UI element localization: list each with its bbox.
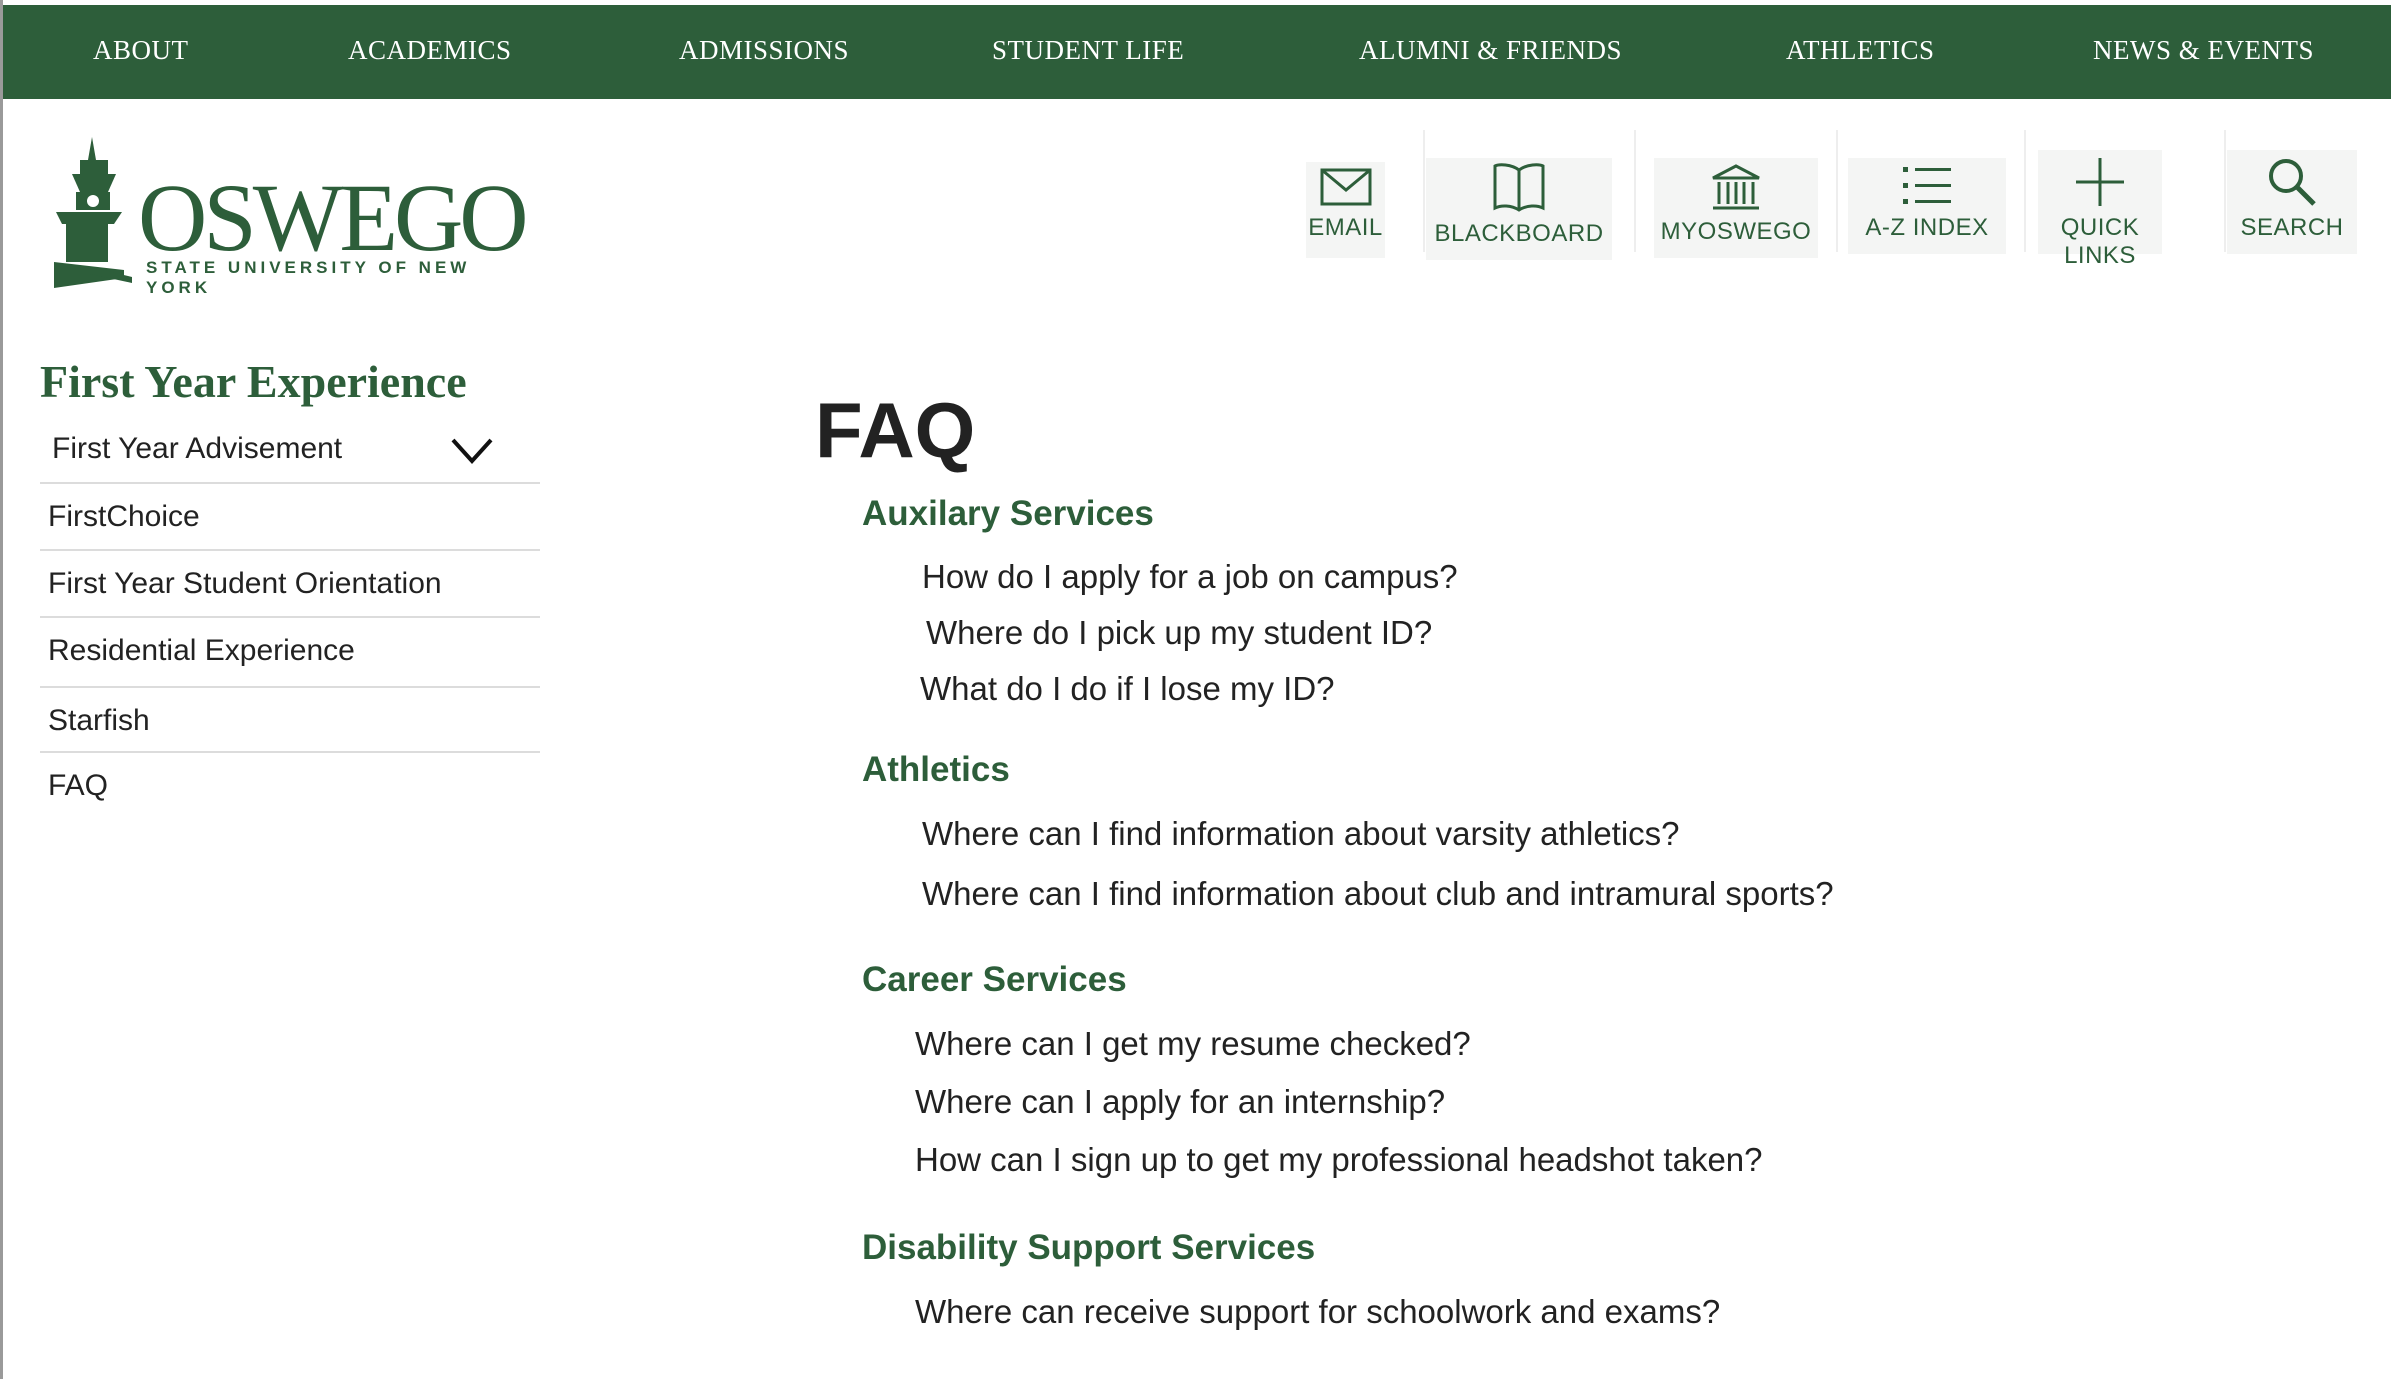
email-link[interactable]: EMAIL (1306, 162, 1385, 258)
envelope-icon (1320, 168, 1371, 206)
sidebar-title: First Year Experience (40, 356, 467, 407)
faq-question[interactable]: Where can I find information about club … (922, 875, 1834, 913)
faq-question[interactable]: What do I do if I lose my ID? (920, 670, 1335, 708)
section-heading-athletics: Athletics (862, 750, 1010, 789)
sidebar-item-residential-experience[interactable]: Residential Experience (40, 618, 540, 688)
sidebar-item-starfish[interactable]: Starfish (40, 688, 540, 753)
sidebar-nav: First Year Advisement FirstChoice First … (40, 414, 540, 818)
top-nav-bar: ABOUT ACADEMICS ADMISSIONS STUDENT LIFE … (3, 5, 2391, 99)
nav-academics[interactable]: ACADEMICS (348, 35, 512, 66)
clocktower-icon (54, 137, 132, 288)
search-icon (2269, 159, 2316, 206)
faq-question[interactable]: Where can receive support for schoolwork… (915, 1293, 1720, 1331)
az-index-label: A-Z INDEX (1865, 214, 1989, 241)
sidebar-item-orientation[interactable]: First Year Student Orientation (40, 551, 540, 618)
sidebar-item-label: FAQ (48, 769, 109, 802)
sidebar-item-label: First Year Advisement (52, 432, 343, 465)
section-heading-auxiliary-services: Auxilary Services (862, 494, 1154, 533)
blackboard-link[interactable]: BLACKBOARD (1426, 158, 1612, 260)
utility-divider (2224, 130, 2226, 252)
quick-links-label: QUICK LINKS (2060, 214, 2140, 269)
faq-question[interactable]: Where can I get my resume checked? (915, 1025, 1471, 1063)
nav-student-life[interactable]: STUDENT LIFE (992, 35, 1184, 66)
list-icon (1903, 167, 1951, 204)
sidebar-item-label: FirstChoice (48, 500, 200, 533)
section-heading-career-services: Career Services (862, 960, 1127, 999)
section-heading-disability-support-services: Disability Support Services (862, 1228, 1316, 1267)
sidebar-item-label: Residential Experience (48, 634, 355, 667)
utility-divider (1836, 130, 1838, 252)
building-icon (1712, 164, 1760, 210)
book-icon (1493, 163, 1545, 212)
myoswego-label: MYOSWEGO (1660, 218, 1812, 245)
search-link[interactable]: SEARCH (2227, 150, 2357, 254)
nav-alumni-friends[interactable]: ALUMNI & FRIENDS (1359, 35, 1622, 66)
faq-question[interactable]: Where can I apply for an internship? (915, 1083, 1445, 1121)
nav-about[interactable]: ABOUT (93, 35, 189, 66)
myoswego-link[interactable]: MYOSWEGO (1654, 158, 1818, 258)
logo-subtitle: STATE UNIVERSITY OF NEW YORK (146, 258, 471, 297)
oswego-logo[interactable]: OSWEGO STATE UNIVERSITY OF NEW YORK (42, 132, 529, 297)
sidebar-item-label: Starfish (48, 704, 150, 737)
faq-question[interactable]: How do I apply for a job on campus? (922, 558, 1458, 596)
chevron-down-icon[interactable] (450, 436, 494, 466)
sidebar-item-label: First Year Student Orientation (48, 567, 442, 600)
faq-question[interactable]: Where can I find information about varsi… (922, 815, 1680, 853)
az-index-link[interactable]: A-Z INDEX (1848, 158, 2006, 254)
plus-icon (2076, 158, 2124, 206)
utility-divider (1423, 130, 1425, 252)
quick-links-link[interactable]: QUICK LINKS (2038, 150, 2162, 269)
search-label: SEARCH (2240, 214, 2344, 241)
faq-question[interactable]: How can I sign up to get my professional… (915, 1141, 1763, 1179)
email-label: EMAIL (1308, 214, 1383, 241)
sidebar-item-first-year-advisement[interactable]: First Year Advisement (40, 414, 540, 484)
faq-question[interactable]: Where do I pick up my student ID? (926, 614, 1432, 652)
utility-divider (1634, 130, 1636, 252)
window-left-edge (0, 0, 3, 1379)
page-title: FAQ (815, 386, 976, 474)
nav-athletics[interactable]: ATHLETICS (1786, 35, 1935, 66)
sidebar-item-faq[interactable]: FAQ (40, 753, 540, 818)
utility-divider (2024, 130, 2026, 252)
nav-news-events[interactable]: NEWS & EVENTS (2093, 35, 2314, 66)
sidebar-item-firstchoice[interactable]: FirstChoice (40, 484, 540, 551)
blackboard-label: BLACKBOARD (1434, 220, 1604, 247)
logo-wordmark: OSWEGO (138, 164, 529, 271)
nav-admissions[interactable]: ADMISSIONS (679, 35, 849, 66)
